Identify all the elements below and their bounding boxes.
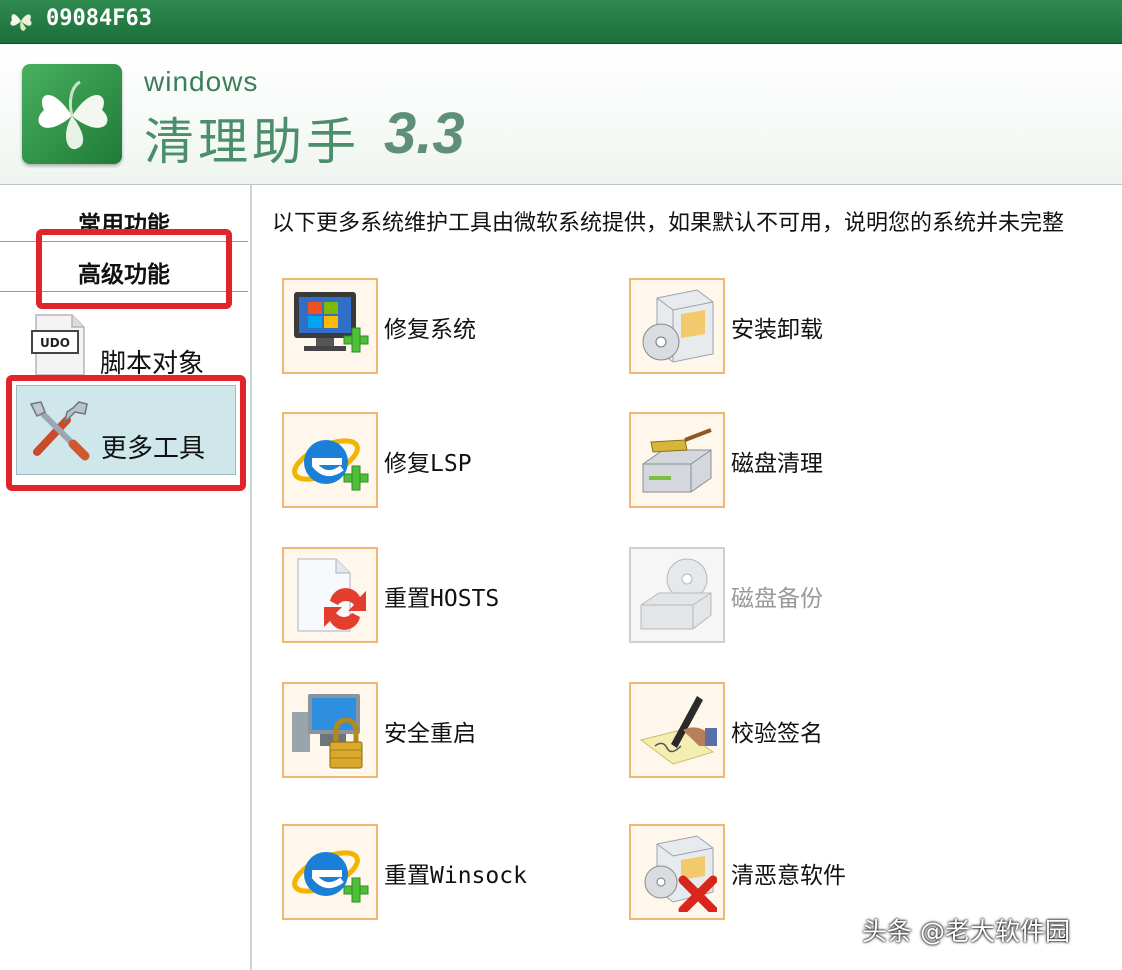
script-icon: UDO [31,314,85,376]
window-title: 09084F63 [46,6,152,31]
svg-text:UDO: UDO [40,336,70,350]
tool-label: 安装卸载 [731,317,823,343]
tool-label: 修复LSP [384,451,472,477]
tool-repair-lsp[interactable]: 修复LSP [282,412,582,508]
tool-label: 修复系统 [384,317,476,343]
tool-verify-signature[interactable]: 校验签名 [629,682,929,778]
tool-install-uninstall[interactable]: 安装卸载 [629,278,929,374]
tool-label: 磁盘清理 [731,451,823,477]
ie-plus-icon [292,438,369,491]
tool-label: 安全重启 [384,721,476,747]
disk-backup-icon [640,558,712,630]
tool-label: 重置HOSTS [384,586,500,612]
brand-name: 清理助手 [144,113,360,171]
main-panel: 以下更多系统维护工具由微软系统提供，如果默认不可用，说明您的系统并未完整 修复系… [252,185,1122,970]
app-header: windows 清理助手 3.3 [0,44,1122,185]
highlight-box-advanced [36,229,232,309]
install-box-icon [642,289,714,363]
computer-lock-icon [292,694,363,769]
tool-reset-winsock[interactable]: 重置Winsock [282,824,582,920]
box-cross-icon [644,835,717,912]
highlight-box-more-tools [6,375,246,491]
sidebar-item-script-objects[interactable]: UDO 脚本对象 [0,313,248,379]
leaf-logo-icon [38,80,108,150]
document-refresh-icon [297,558,366,632]
tool-safe-reboot[interactable]: 安全重启 [282,682,582,778]
watermark-text: 头条 @老大软件园 [862,917,1070,946]
disk-broom-icon [642,428,712,493]
monitor-plus-icon [294,292,369,353]
pen-sign-icon [639,696,717,765]
tool-label: 磁盘备份 [731,586,823,612]
sidebar: 常用功能 高级功能 UDO 脚本对象 更多工具 [0,185,252,970]
tool-label: 重置Winsock [384,863,527,889]
brand-subtitle: windows [144,66,259,97]
ie-plus-icon [292,850,369,903]
tool-label: 清恶意软件 [731,863,846,889]
tool-disk-backup[interactable]: 磁盘备份 [629,547,929,643]
info-notice: 以下更多系统维护工具由微软系统提供，如果默认不可用，说明您的系统并未完整 [272,211,1065,236]
app-logo-icon [10,14,32,31]
brand-version: 3.3 [384,101,465,166]
brand-logo [22,64,122,164]
title-bar: 09084F63 [0,0,1122,44]
tool-label: 校验签名 [731,721,823,747]
tool-repair-system[interactable]: 修复系统 [282,278,582,374]
tool-disk-cleanup[interactable]: 磁盘清理 [629,412,929,508]
tool-reset-hosts[interactable]: 重置HOSTS [282,547,582,643]
tool-remove-malware[interactable]: 清恶意软件 [629,824,929,920]
